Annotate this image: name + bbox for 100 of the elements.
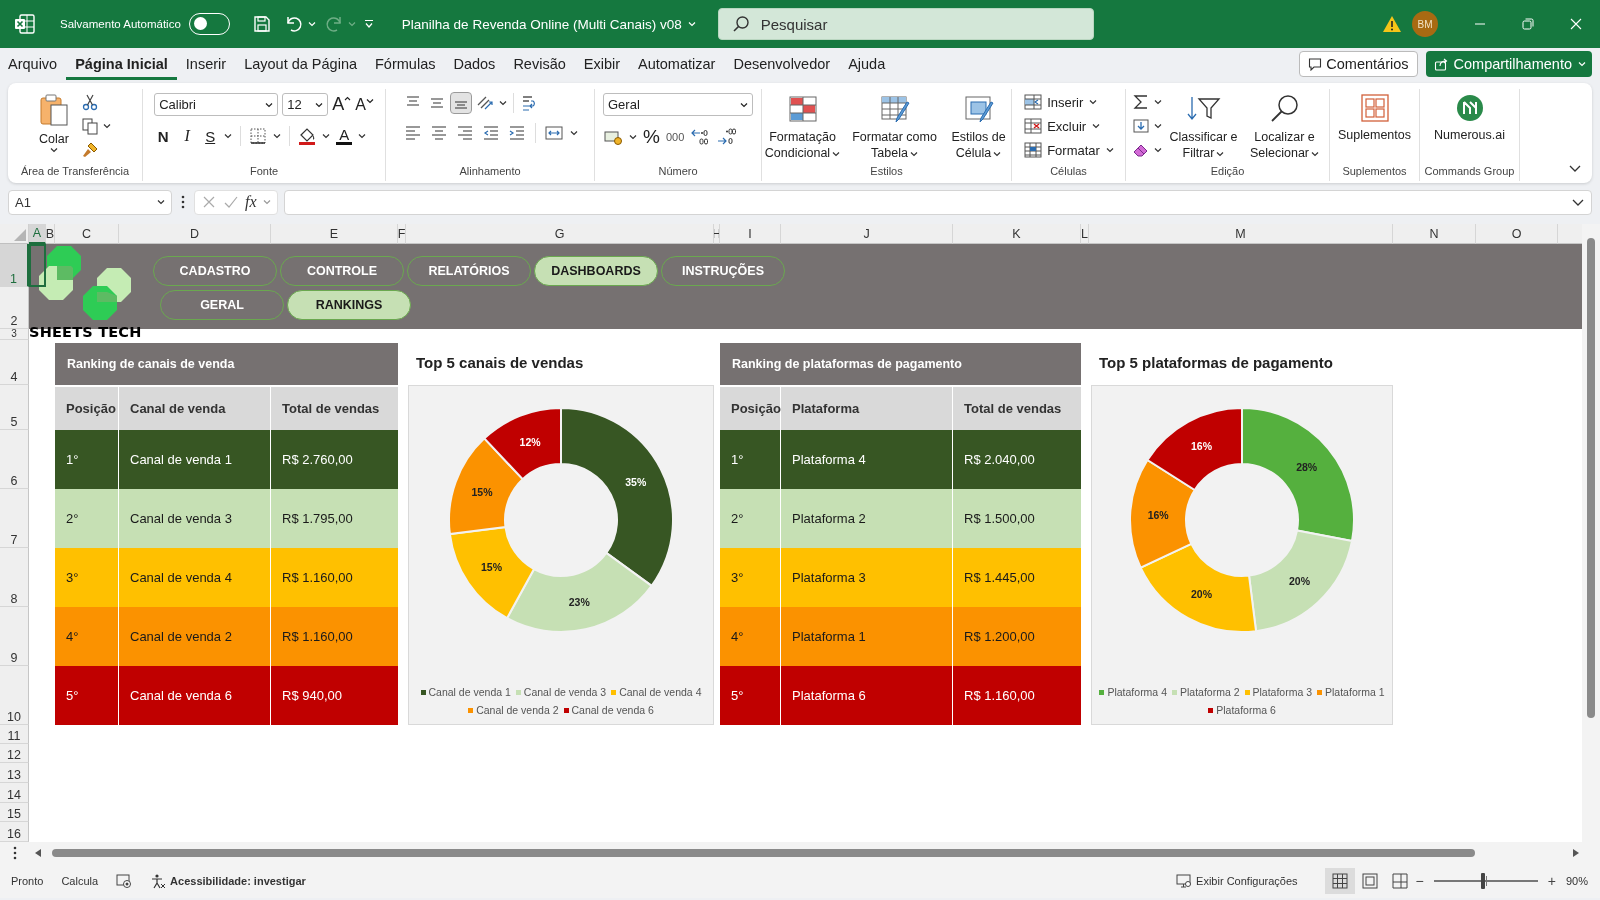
row-header[interactable]: 1	[0, 244, 29, 287]
column-header[interactable]: O	[1476, 224, 1558, 244]
cells-button[interactable]: Formatar	[1023, 141, 1114, 159]
ribbon-button[interactable]: Estilos de Célula	[946, 91, 1011, 161]
warning-icon[interactable]	[1382, 15, 1402, 33]
row-header[interactable]: 16	[0, 822, 29, 842]
row-header[interactable]: 8	[0, 548, 29, 607]
row-header[interactable]: 10	[0, 666, 29, 725]
menu-tab[interactable]: Revisão	[504, 48, 575, 80]
column-header[interactable]: M	[1089, 224, 1393, 244]
caret-icon[interactable]	[629, 134, 637, 140]
row-header[interactable]: 3	[0, 329, 29, 340]
menu-tab[interactable]: Desenvolvedor	[724, 48, 840, 80]
zoom-in-button[interactable]: +	[1547, 873, 1556, 889]
ribbon-button[interactable]: Numerous.ai	[1423, 91, 1516, 143]
menu-tab[interactable]: Arquivo	[0, 48, 67, 80]
scissors-icon[interactable]	[81, 93, 99, 111]
column-header[interactable]: N	[1393, 224, 1476, 244]
italic-button[interactable]: I	[178, 127, 197, 145]
display-settings-button[interactable]: Exibir Configurações	[1176, 874, 1298, 888]
column-header[interactable]: G	[406, 224, 714, 244]
row-header[interactable]: 4	[0, 340, 29, 385]
row-header[interactable]: 7	[0, 489, 29, 548]
search-field[interactable]: Pesquisar	[717, 8, 1094, 40]
scroll-right-icon[interactable]	[1572, 848, 1580, 858]
customize-toolbar-icon[interactable]	[363, 19, 374, 29]
caret-icon[interactable]	[103, 123, 111, 129]
cells-button[interactable]: Inserir	[1023, 93, 1098, 111]
ribbon-button[interactable]: Suplementos	[1331, 91, 1418, 143]
caret-icon[interactable]	[358, 133, 367, 139]
paste-button[interactable]: Colar	[39, 91, 69, 153]
ribbon-button[interactable]: Formatação Condicional	[762, 91, 843, 161]
close-icon[interactable]	[1570, 18, 1582, 30]
slider-thumb[interactable]	[1480, 873, 1485, 889]
menu-tab[interactable]: Dados	[444, 48, 505, 80]
more-options-icon[interactable]	[180, 195, 186, 209]
column-header[interactable]: K	[953, 224, 1081, 244]
caret-icon[interactable]	[569, 130, 578, 136]
row-header[interactable]: 12	[0, 744, 29, 763]
menu-tab[interactable]: Ajuda	[839, 48, 895, 80]
formula-input[interactable]	[283, 189, 1592, 215]
scroll-thumb[interactable]	[52, 849, 1476, 857]
ribbon-button[interactable]: Classificar e Filtrar	[1167, 91, 1240, 161]
save-icon[interactable]	[251, 14, 272, 34]
share-button[interactable]: Compartilhamento	[1425, 51, 1592, 77]
caret-icon[interactable]	[322, 133, 331, 139]
font-color-button[interactable]: A	[336, 127, 353, 145]
restore-icon[interactable]	[1522, 18, 1534, 30]
column-header[interactable]: D	[119, 224, 271, 244]
increase-decimal-icon[interactable]	[690, 127, 711, 147]
scroll-thumb[interactable]	[1587, 238, 1595, 718]
row-header[interactable]: 11	[0, 725, 29, 744]
menu-tab[interactable]: Inserir	[176, 48, 236, 80]
sigma-icon[interactable]	[1131, 93, 1150, 111]
column-header[interactable]: C	[55, 224, 119, 244]
column-header[interactable]: E	[271, 224, 398, 244]
calculate-button[interactable]: Calcula	[61, 875, 99, 887]
nav-button[interactable]: DASHBOARDS	[534, 256, 658, 286]
row-header[interactable]: 2	[0, 287, 29, 329]
expand-formula-icon[interactable]	[1571, 197, 1585, 207]
brush-icon[interactable]	[81, 141, 99, 159]
menu-tab[interactable]: Exibir	[574, 48, 630, 80]
row-header[interactable]: 6	[0, 430, 29, 489]
caret-icon[interactable]	[498, 100, 507, 106]
row-header[interactable]: 14	[0, 783, 29, 803]
caret-icon[interactable]	[273, 133, 282, 139]
bold-button[interactable]: N	[154, 127, 173, 145]
insert-function-button[interactable]: fx	[245, 193, 257, 211]
zoom-out-button[interactable]: −	[1415, 873, 1424, 889]
caret-icon[interactable]	[224, 133, 233, 139]
comments-button[interactable]: Comentários	[1299, 51, 1418, 77]
column-header[interactable]: J	[781, 224, 953, 244]
column-header[interactable]: A	[29, 224, 46, 244]
row-header[interactable]: 15	[0, 803, 29, 822]
row-header[interactable]: 5	[0, 385, 29, 430]
vertical-scrollbar[interactable]	[1582, 224, 1600, 842]
thousands-button[interactable]: 000	[665, 131, 685, 143]
font-size-dropdown[interactable]: 12	[282, 93, 329, 116]
column-header[interactable]: I	[720, 224, 781, 244]
menu-tab[interactable]: Fórmulas	[366, 48, 445, 80]
user-avatar[interactable]: BM	[1412, 11, 1438, 37]
borders-icon[interactable]	[249, 127, 268, 145]
fill-down-icon[interactable]	[1131, 117, 1150, 135]
row-header[interactable]: 9	[0, 607, 29, 666]
view-button[interactable]	[1324, 868, 1355, 894]
cells-button[interactable]: Excluir	[1023, 117, 1101, 135]
decrease-decimal-icon[interactable]	[716, 127, 737, 147]
zoom-level[interactable]: 90%	[1565, 875, 1588, 887]
number-format-dropdown[interactable]: Geral	[603, 93, 753, 116]
caret-icon[interactable]	[1153, 123, 1162, 129]
menu-tab[interactable]: Layout da Página	[235, 48, 366, 80]
scroll-left-icon[interactable]	[34, 848, 42, 858]
collapse-ribbon-icon[interactable]	[1568, 163, 1582, 173]
name-box[interactable]: A1	[8, 189, 172, 215]
menu-tab[interactable]: Página Inicial	[66, 48, 177, 80]
ribbon-button[interactable]: Localizar e Selecionar	[1245, 91, 1324, 161]
menu-tab[interactable]: Automatizar	[629, 48, 725, 80]
fill-bucket-icon[interactable]	[298, 127, 317, 145]
ribbon-button[interactable]: Formatar como Tabela	[848, 91, 941, 161]
more-options-icon[interactable]	[12, 846, 18, 860]
